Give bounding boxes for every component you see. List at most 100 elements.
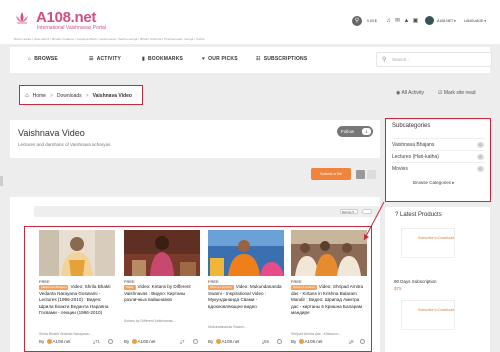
category-description: Lectures and darshans of Vaishnava achar… bbox=[18, 142, 112, 147]
download-count: ⤓56 bbox=[262, 339, 269, 344]
product-thumbnail[interactable]: Subscribe to Download bbox=[401, 228, 455, 258]
heart-icon: ♥ bbox=[202, 56, 206, 62]
side-tab-handle[interactable] bbox=[0, 176, 3, 186]
avatar bbox=[298, 339, 304, 344]
download-count-value: 8 bbox=[351, 339, 354, 344]
file-title[interactable]: Kirtans Lectures Video: Shripad Amitra da… bbox=[291, 284, 367, 317]
mark-read-button[interactable]: ☑ Mark site read bbox=[438, 90, 476, 96]
uploader-name: A108.net bbox=[221, 339, 240, 344]
select-checkbox[interactable] bbox=[360, 339, 365, 344]
file-card[interactable]: FREE Kirtans Lectures Video: Mukundananda… bbox=[208, 230, 284, 350]
subcategory-item[interactable]: Lectures (Hari-katha) 0 bbox=[391, 150, 485, 162]
breadcrumb-bar: ⌂ Home > Downloads > Vaishnava Video ◉ A… bbox=[10, 84, 490, 106]
warning-icon[interactable]: ▲ bbox=[402, 17, 411, 26]
breadcrumb-home[interactable]: Home bbox=[33, 93, 46, 99]
file-title[interactable]: Other Video: Kirtans by Different Vaishna… bbox=[124, 284, 200, 304]
breadcrumb-downloads[interactable]: Downloads bbox=[57, 93, 82, 99]
by-label: By bbox=[39, 339, 45, 344]
lotus-logo-icon[interactable] bbox=[14, 10, 30, 26]
file-card[interactable]: FREE Kirtans Lectures Video: Shripad Amit… bbox=[291, 230, 367, 350]
nav-subscriptions-label: SUBSCRIPTIONS bbox=[263, 56, 308, 62]
file-title[interactable]: Vaishnava Bhajans Video: Shrila Bhakti Ve… bbox=[39, 284, 115, 317]
video-thumbnail[interactable] bbox=[291, 230, 367, 276]
search-input[interactable]: ⚲ Search... bbox=[376, 52, 492, 67]
subcategory-count: 0 bbox=[477, 154, 484, 160]
uploader[interactable]: By A108.net bbox=[208, 339, 240, 344]
subcategory-count: 0 bbox=[477, 166, 484, 172]
page-title: Vaishnava Video bbox=[18, 128, 85, 138]
breadcrumb-current: Vaishnava Video bbox=[92, 92, 132, 99]
category-badge[interactable]: Vaishnava Bhajans bbox=[39, 285, 69, 290]
uploader[interactable]: By A108.net bbox=[124, 339, 156, 344]
cart-total[interactable]: 0.00 $ bbox=[367, 19, 377, 23]
product-price: $75 bbox=[394, 286, 402, 291]
subcategory-label: Lectures (Hari-katha) bbox=[392, 154, 439, 160]
sort-select[interactable]: Sort by ▾ bbox=[340, 209, 358, 214]
mark-read-label: Mark site read bbox=[443, 90, 476, 96]
bell-icon[interactable]: ♫ bbox=[384, 17, 393, 26]
video-thumbnail[interactable] bbox=[39, 230, 115, 276]
site-quick-links[interactable]: Rathi-rasika | Gita-vahini | Bhakti-Veda… bbox=[14, 37, 205, 41]
file-author-line: Shripad Amitra das - Kirtans in... bbox=[291, 332, 342, 336]
nav-activity-label: ACTIVITY bbox=[96, 56, 122, 62]
video-thumbnail[interactable] bbox=[124, 230, 200, 276]
select-checkbox[interactable] bbox=[193, 339, 198, 344]
select-checkbox[interactable] bbox=[108, 339, 113, 344]
nav-subscriptions[interactable]: ☷ SUBSCRIPTIONS bbox=[256, 56, 307, 62]
language-menu[interactable]: LANGUAGE ▾ bbox=[464, 19, 486, 23]
download-count-value: 7 bbox=[182, 339, 185, 344]
submit-file-button[interactable]: Submit a file bbox=[311, 168, 351, 180]
file-author-line: Shrila Bhakti Vedanta Narayana... bbox=[39, 332, 92, 336]
subcategories-title: Subcategories bbox=[392, 123, 431, 129]
file-card[interactable]: FREE Other Video: Kirtans by Different Va… bbox=[124, 230, 200, 350]
category-badge[interactable]: Kirtans Lectures bbox=[208, 285, 234, 290]
grid-view-icon[interactable] bbox=[356, 170, 365, 179]
mail-icon[interactable]: ✉ bbox=[393, 17, 402, 26]
product-name[interactable]: 90 Days Subscription bbox=[394, 279, 437, 284]
bookmark-icon: ▮ bbox=[142, 56, 145, 62]
subcategory-item[interactable]: Movies 0 bbox=[391, 162, 485, 174]
product-promo-text: Subscribe to Download bbox=[418, 236, 454, 240]
browse-categories-link[interactable]: Browse Categories ▸ bbox=[413, 180, 455, 186]
nav-our-picks-label: OUR PICKS bbox=[208, 56, 238, 62]
video-thumbnail[interactable] bbox=[208, 230, 284, 276]
by-label: By bbox=[124, 339, 130, 344]
avatar bbox=[131, 339, 137, 344]
inbox-icon[interactable]: ▣ bbox=[411, 17, 420, 26]
search-icon[interactable]: ⚲ bbox=[352, 16, 362, 26]
nav-browse[interactable]: ⌂ BROWSE bbox=[28, 56, 58, 62]
home-icon[interactable]: ⌂ bbox=[25, 93, 29, 99]
download-count-value: 56 bbox=[264, 339, 270, 344]
download-count: ⤓8 bbox=[349, 339, 354, 344]
site-title[interactable]: A108.net bbox=[36, 9, 96, 26]
category-badge[interactable]: Kirtans Lectures bbox=[291, 285, 317, 290]
avatar[interactable] bbox=[425, 16, 434, 25]
uploader[interactable]: By A108.net bbox=[39, 339, 71, 344]
follow-count: 1 bbox=[362, 128, 371, 135]
product-thumbnail[interactable]: Subscribe to Download bbox=[401, 300, 455, 330]
select-checkbox[interactable] bbox=[277, 339, 282, 344]
follow-button[interactable]: Follow 1 bbox=[337, 126, 373, 137]
nav-bookmarks-label: BOOKMARKS bbox=[147, 56, 184, 62]
file-title[interactable]: Kirtans Lectures Video: Mukundananda Swam… bbox=[208, 284, 284, 310]
avatar bbox=[215, 339, 221, 344]
search-icon: ⚲ bbox=[382, 57, 387, 63]
nav-bookmarks[interactable]: ▮ BOOKMARKS bbox=[142, 56, 183, 62]
home-icon: ⌂ bbox=[28, 56, 32, 62]
subcategory-label: Movies bbox=[392, 166, 408, 172]
file-card[interactable]: FREE Vaishnava Bhajans Video: Shrila Bhak… bbox=[39, 230, 115, 350]
subcategory-label: Vaishnava Bhajans bbox=[392, 142, 435, 148]
all-activity-button[interactable]: ◉ All Activity bbox=[396, 90, 424, 96]
uploader[interactable]: By A108.net bbox=[291, 339, 323, 344]
product-promo-text: Subscribe to Download bbox=[418, 308, 454, 312]
download-count-value: 71 bbox=[95, 339, 101, 344]
category-badge[interactable]: Other bbox=[124, 285, 136, 290]
sort-bar: Sort by ▾ bbox=[34, 206, 379, 217]
user-menu[interactable]: A108.NET ▾ bbox=[437, 19, 456, 23]
subcategory-item[interactable]: Vaishnava Bhajans 0 bbox=[391, 138, 485, 150]
breadcrumb: ⌂ Home > Downloads > Vaishnava Video bbox=[19, 85, 143, 105]
selection-toggle[interactable] bbox=[362, 209, 372, 214]
list-view-icon[interactable] bbox=[367, 170, 376, 179]
nav-activity[interactable]: ☰ ACTIVITY bbox=[89, 56, 121, 62]
nav-our-picks[interactable]: ♥ OUR PICKS bbox=[202, 56, 238, 62]
